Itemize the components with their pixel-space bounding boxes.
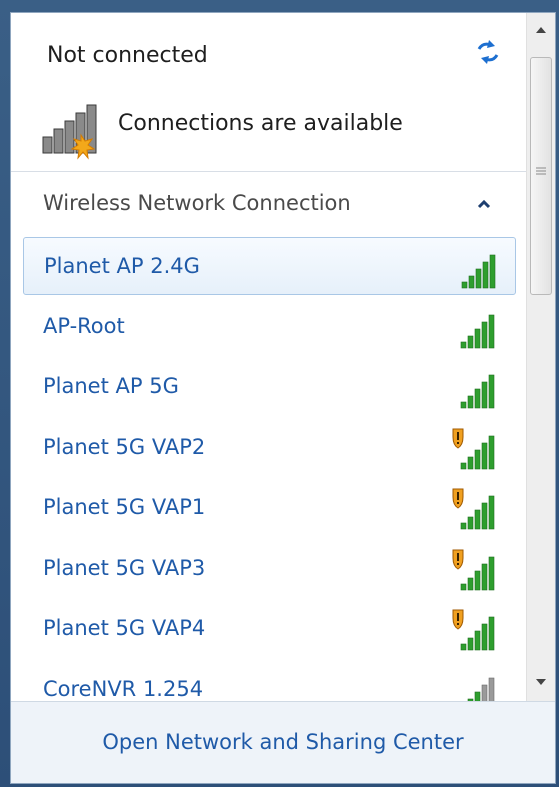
network-item[interactable]: Planet 5G VAP3 [23,540,516,598]
network-item[interactable]: Planet 5G VAP4 [23,600,516,658]
signal-strength-icon [461,254,496,289]
scroll-down-arrow-icon[interactable] [527,665,555,699]
signal-strength-icon [460,314,495,348]
window-frame: Not connected Connections are available … [0,0,559,787]
footer: Open Network and Sharing Center [11,701,555,783]
network-item[interactable]: Planet AP 2.4G [23,237,516,295]
chevron-up-icon[interactable] [477,197,491,211]
refresh-icon[interactable] [473,37,503,67]
network-name: CoreNVR 1.254 [43,676,204,701]
signal-strength-icon [467,677,495,701]
secured-signal-icon [452,609,495,651]
network-name: Planet 5G VAP4 [43,616,206,640]
section-title[interactable]: Wireless Network Connection [43,191,351,215]
network-item[interactable]: Planet 5G VAP2 [23,419,516,477]
network-status-icon [42,104,97,160]
scroll-up-arrow-icon[interactable] [527,13,555,47]
network-name: Planet AP 5G [43,374,179,398]
scroll-thumb[interactable] [530,57,552,295]
network-item[interactable]: Planet AP 5G [23,358,516,416]
divider [11,171,526,172]
network-name: Planet AP 2.4G [44,254,200,278]
network-item[interactable]: Planet 5G VAP1 [23,479,516,537]
scrollbar[interactable] [526,13,555,701]
scroll-grip-icon [536,167,546,175]
secured-signal-icon [452,488,495,530]
connections-available-text: Connections are available [118,111,403,136]
flyout-content: Not connected Connections are available … [11,13,526,701]
secured-signal-icon [452,549,495,590]
signal-strength-icon [460,374,495,409]
secured-signal-icon [452,428,495,469]
network-name: AP-Root [43,313,125,338]
connection-status: Not connected [47,43,208,68]
network-item[interactable]: AP-Root [23,298,516,356]
open-network-sharing-center-link[interactable]: Open Network and Sharing Center [11,730,555,754]
network-name: Planet 5G VAP2 [43,434,206,459]
network-item[interactable]: CoreNVR 1.254 [23,661,516,701]
network-name: Planet 5G VAP1 [43,495,206,519]
network-flyout: Not connected Connections are available … [10,12,556,784]
network-name: Planet 5G VAP3 [43,555,206,580]
